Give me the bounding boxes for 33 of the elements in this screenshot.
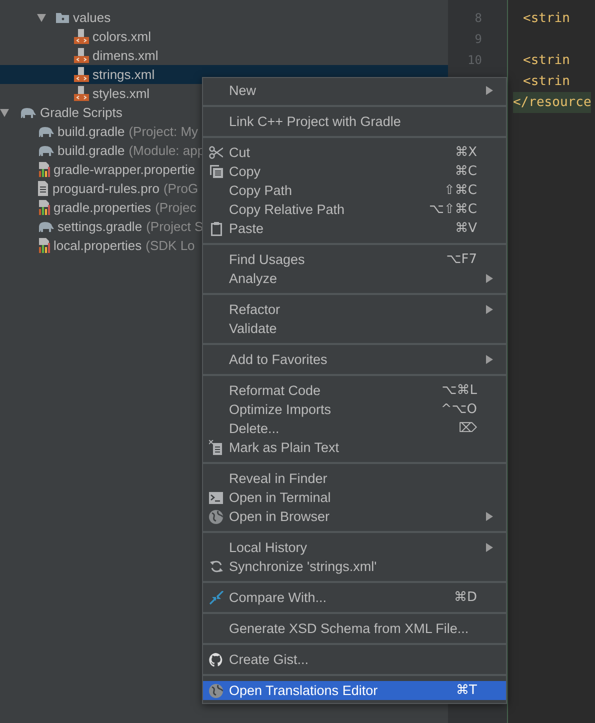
shortcut-label: ⌥⇧⌘C [429, 202, 477, 217]
shortcut-label: ^⌥O [440, 402, 477, 417]
shortcut-label: ⇧⌘C [444, 183, 477, 198]
shortcut-label: ⌘D [454, 590, 477, 605]
file-name: strings.xml [92, 67, 155, 82]
file-name: gradle-wrapper.propertie [54, 162, 196, 177]
file-name: styles.xml [92, 86, 150, 101]
code-line: <strin [523, 74, 570, 89]
file-name: settings.gradle [58, 219, 142, 234]
file-name: build.gradle [58, 143, 125, 158]
file-detail: (ProG [163, 181, 198, 196]
file-name: build.gradle [58, 124, 125, 139]
file-detail: (SDK Lo [146, 238, 195, 253]
code-line: <strin [523, 11, 570, 26]
code-line: <strin [523, 53, 570, 68]
shortcut-label: ⌘X [455, 145, 477, 160]
file-name: values [73, 10, 111, 25]
code-line: </resource [513, 95, 592, 110]
shortcut-label: ⌘T [456, 683, 477, 698]
shortcut-label: ⌦ [458, 421, 477, 436]
shortcut-label: ⌥F7 [446, 252, 477, 267]
file-name: local.properties [54, 238, 142, 253]
file-detail: (Project: My [128, 124, 198, 139]
file-name: colors.xml [92, 29, 152, 44]
shortcut-label: ⌘V [455, 221, 477, 236]
file-name: Gradle Scripts [40, 105, 122, 120]
file-detail: (Projec [155, 200, 196, 215]
shortcut-label: ⌥⌘L [442, 383, 477, 398]
file-name: dimens.xml [92, 48, 158, 63]
shortcut-label: ⌘C [454, 164, 477, 179]
file-detail: (Project S [146, 219, 204, 234]
file-name: gradle.properties [54, 200, 152, 215]
file-name: proguard-rules.pro [52, 181, 160, 196]
